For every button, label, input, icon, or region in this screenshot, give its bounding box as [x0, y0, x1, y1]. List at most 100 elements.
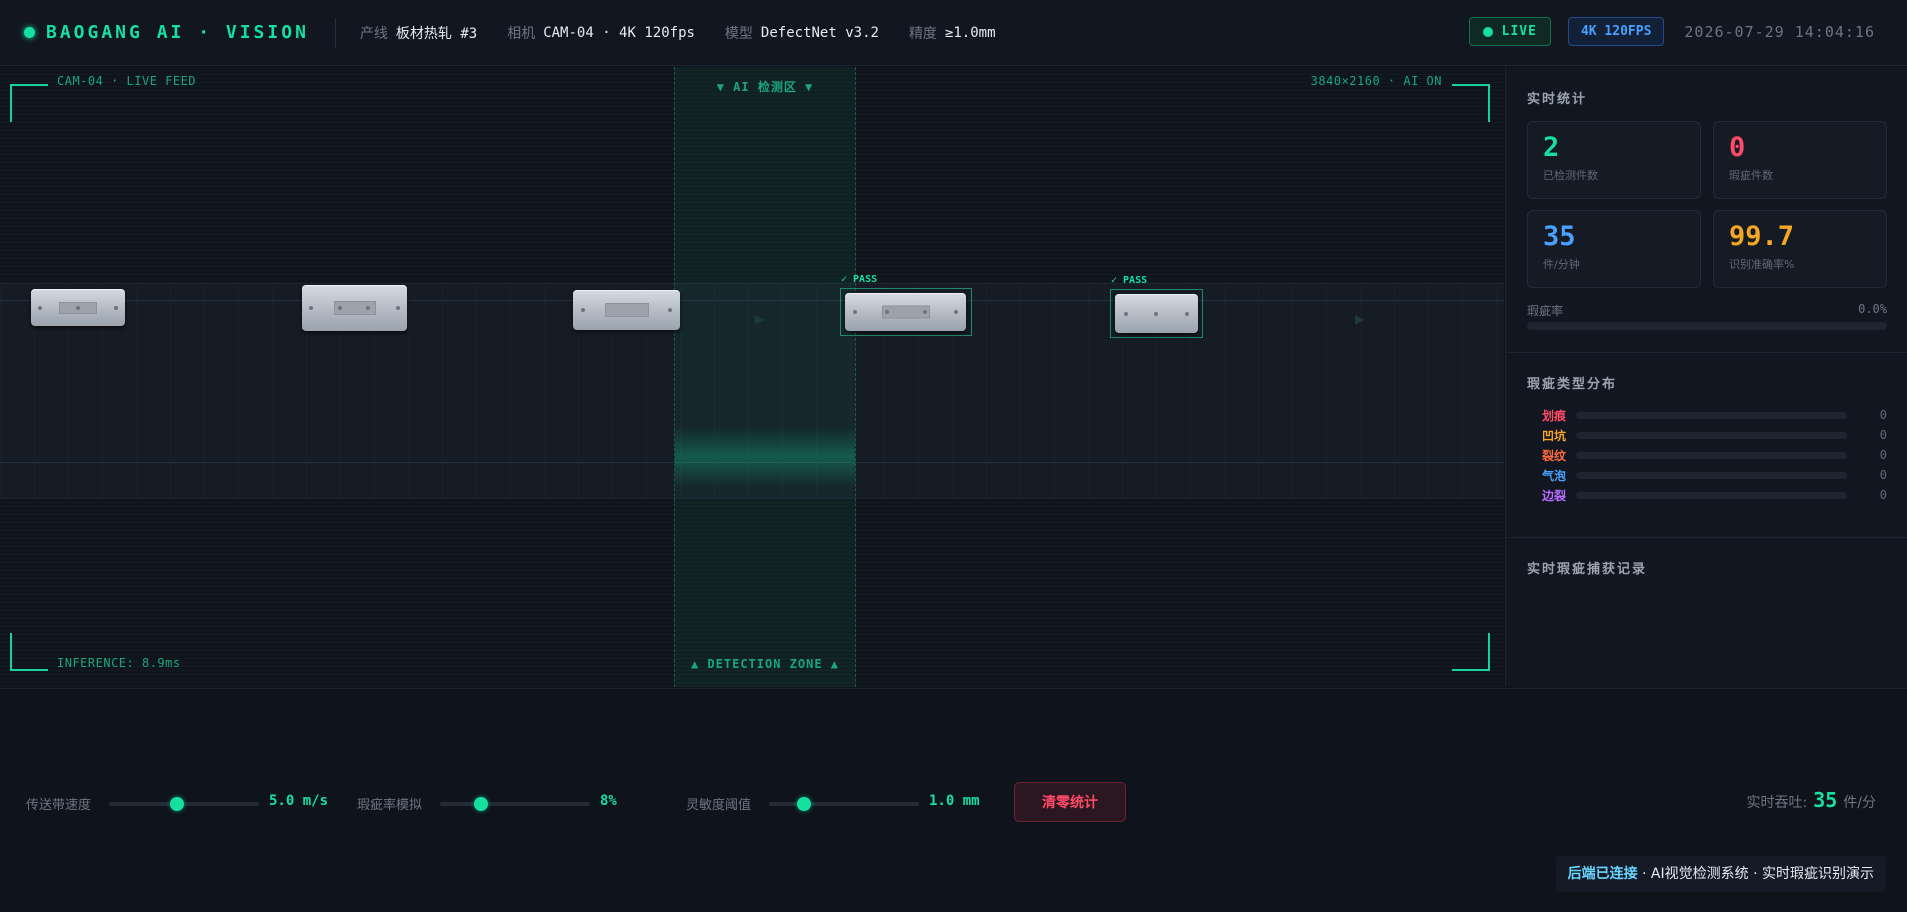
camera-feed: ▼ AI 检测区 ▼ ▲ DETECTION ZONE ▲ CAM-04 · L…	[0, 67, 1504, 687]
defect-type-count: 0	[1879, 428, 1887, 442]
camera-value: CAM-04 · 4K 120fps	[543, 24, 695, 41]
defect-sim-value: 8%	[600, 793, 617, 809]
header-divider	[334, 17, 336, 48]
sensitivity-slider-knob[interactable]	[796, 797, 811, 811]
captures-title: 实时瑕疵捕获记录	[1527, 562, 1648, 577]
steel-plate	[31, 289, 125, 326]
zone-bottom-label: ▲ DETECTION ZONE ▲	[690, 657, 840, 671]
frame-corner-bottom-right	[1452, 633, 1490, 671]
flow-arrow-icon: ▶	[755, 309, 765, 328]
camera-info: 相机 CAM-04 · 4K 120fps	[507, 23, 695, 43]
header-status: LIVE 4K 120FPS 2026-07-29 14:04:16	[1468, 17, 1875, 46]
pass-tag: ✓ PASS	[841, 274, 878, 285]
pass-tag: ✓ PASS	[1111, 275, 1148, 286]
defect-type-name: 气泡	[1542, 468, 1567, 483]
sensitivity-label: 灵敏度阈值	[686, 798, 752, 813]
feed-resolution-label: 3840×2160 · AI ON	[1310, 74, 1442, 88]
defect-type-bar	[1576, 411, 1847, 419]
stat-card-rate: 35 件/分钟	[1527, 210, 1701, 288]
live-badge-label: LIVE	[1501, 24, 1537, 39]
live-dot-icon	[1482, 26, 1493, 37]
steel-plate	[302, 285, 407, 331]
defect-rate-value: 0.0%	[1858, 302, 1887, 316]
connection-status: 后端已连接	[1567, 866, 1638, 882]
model-value: DefectNet v3.2	[760, 24, 879, 41]
throughput-value: 35	[1813, 788, 1838, 812]
speed-slider-knob[interactable]	[169, 797, 184, 811]
defect-type-name: 凹坑	[1542, 428, 1567, 443]
rate-label: 件/分钟	[1543, 258, 1580, 271]
steel-plate	[1115, 294, 1198, 333]
accuracy-value: 99.7	[1729, 221, 1795, 252]
detected-count: 2	[1543, 132, 1560, 163]
app-root: BAOGANG AI · VISION 产线 板材热轧 #3 相机 CAM-04…	[0, 0, 1907, 912]
inference-label: INFERENCE: 8.9ms	[57, 656, 181, 670]
precision-info: 精度 ≥1.0mm	[909, 23, 996, 43]
defect-type-name: 边裂	[1542, 488, 1567, 503]
reset-stats-button[interactable]: 清零统计	[1014, 782, 1126, 822]
stats-panel: 实时统计 2 已检测件数 0 瑕疵件数 35 件/分钟 99.7 识别准确率% …	[1505, 67, 1907, 687]
toast-message: · AI视觉检测系统 · 实时瑕疵识别演示	[1637, 866, 1874, 882]
top-bar: BAOGANG AI · VISION 产线 板材热轧 #3 相机 CAM-04…	[0, 0, 1907, 66]
defect-type-bar	[1576, 431, 1847, 439]
live-badge: LIVE	[1468, 17, 1551, 46]
stat-card-defects: 0 瑕疵件数	[1713, 121, 1887, 199]
sensitivity-value: 1.0 mm	[929, 793, 980, 809]
resolution-badge: 4K 120FPS	[1567, 17, 1665, 46]
defect-label: 瑕疵件数	[1729, 169, 1773, 182]
distribution-row: 裂纹 0	[1542, 447, 1887, 463]
accuracy-label: 识别准确率%	[1729, 258, 1795, 271]
status-dot-icon	[24, 27, 35, 38]
defect-type-bar	[1576, 451, 1847, 459]
panel-divider	[1506, 537, 1907, 538]
distribution-row: 划痕 0	[1542, 407, 1887, 423]
defect-count: 0	[1729, 132, 1746, 163]
speed-value: 5.0 m/s	[269, 793, 329, 809]
frame-corner-top-right	[1452, 84, 1490, 122]
brand: BAOGANG AI · VISION	[24, 22, 309, 43]
datetime: 2026-07-29 14:04:16	[1684, 22, 1875, 41]
defect-type-name: 裂纹	[1542, 448, 1567, 463]
scan-line	[675, 427, 855, 487]
defect-type-count: 0	[1879, 408, 1887, 422]
panel-divider	[1506, 352, 1907, 353]
detection-zone: ▼ AI 检测区 ▼ ▲ DETECTION ZONE ▲	[674, 67, 856, 687]
defect-type-bar	[1576, 491, 1847, 499]
throughput-unit: 件/分	[1843, 795, 1876, 811]
defect-sim-slider-knob[interactable]	[473, 797, 488, 811]
defect-sim-slider[interactable]	[440, 797, 590, 811]
stat-card-detected: 2 已检测件数	[1527, 121, 1701, 199]
defect-rate-label: 瑕疵率	[1527, 304, 1564, 318]
speed-label: 传送带速度	[26, 798, 92, 813]
distribution-row: 边裂 0	[1542, 487, 1887, 503]
defect-rate-bar	[1527, 322, 1887, 330]
stats-title: 实时统计	[1527, 92, 1588, 107]
sensitivity-slider[interactable]	[769, 797, 919, 811]
rate-count: 35	[1543, 221, 1576, 252]
throughput-label: 实时吞吐:	[1746, 795, 1808, 811]
steel-plate	[845, 293, 966, 331]
detected-label: 已检测件数	[1543, 169, 1598, 182]
line-label: 产线	[359, 25, 388, 42]
throughput: 实时吞吐: 35 件/分	[1746, 788, 1876, 812]
defect-rate-row: 瑕疵率 0.0%	[1527, 302, 1887, 319]
distribution-row: 凹坑 0	[1542, 427, 1887, 443]
defect-sim-label: 瑕疵率模拟	[357, 798, 423, 813]
frame-corner-bottom-left	[10, 633, 48, 671]
model-label: 模型	[724, 25, 753, 42]
speed-slider[interactable]	[109, 797, 259, 811]
defect-type-name: 划痕	[1542, 408, 1567, 423]
model-info: 模型 DefectNet v3.2	[725, 23, 879, 43]
steel-plate	[573, 290, 680, 330]
precision-value: ≥1.0mm	[944, 24, 996, 41]
frame-corner-top-left	[10, 84, 48, 122]
feed-source-label: CAM-04 · LIVE FEED	[57, 74, 197, 88]
zone-top-label: ▼ AI 检测区 ▼	[716, 80, 814, 94]
defect-type-count: 0	[1879, 448, 1887, 462]
distribution-row: 气泡 0	[1542, 467, 1887, 483]
distribution-title: 瑕疵类型分布	[1527, 377, 1618, 392]
connection-toast: 后端已连接 · AI视觉检测系统 · 实时瑕疵识别演示	[1555, 856, 1886, 892]
flow-arrow-icon: ▶	[1355, 309, 1365, 328]
defect-type-count: 0	[1879, 488, 1887, 502]
camera-label: 相机	[507, 25, 536, 42]
